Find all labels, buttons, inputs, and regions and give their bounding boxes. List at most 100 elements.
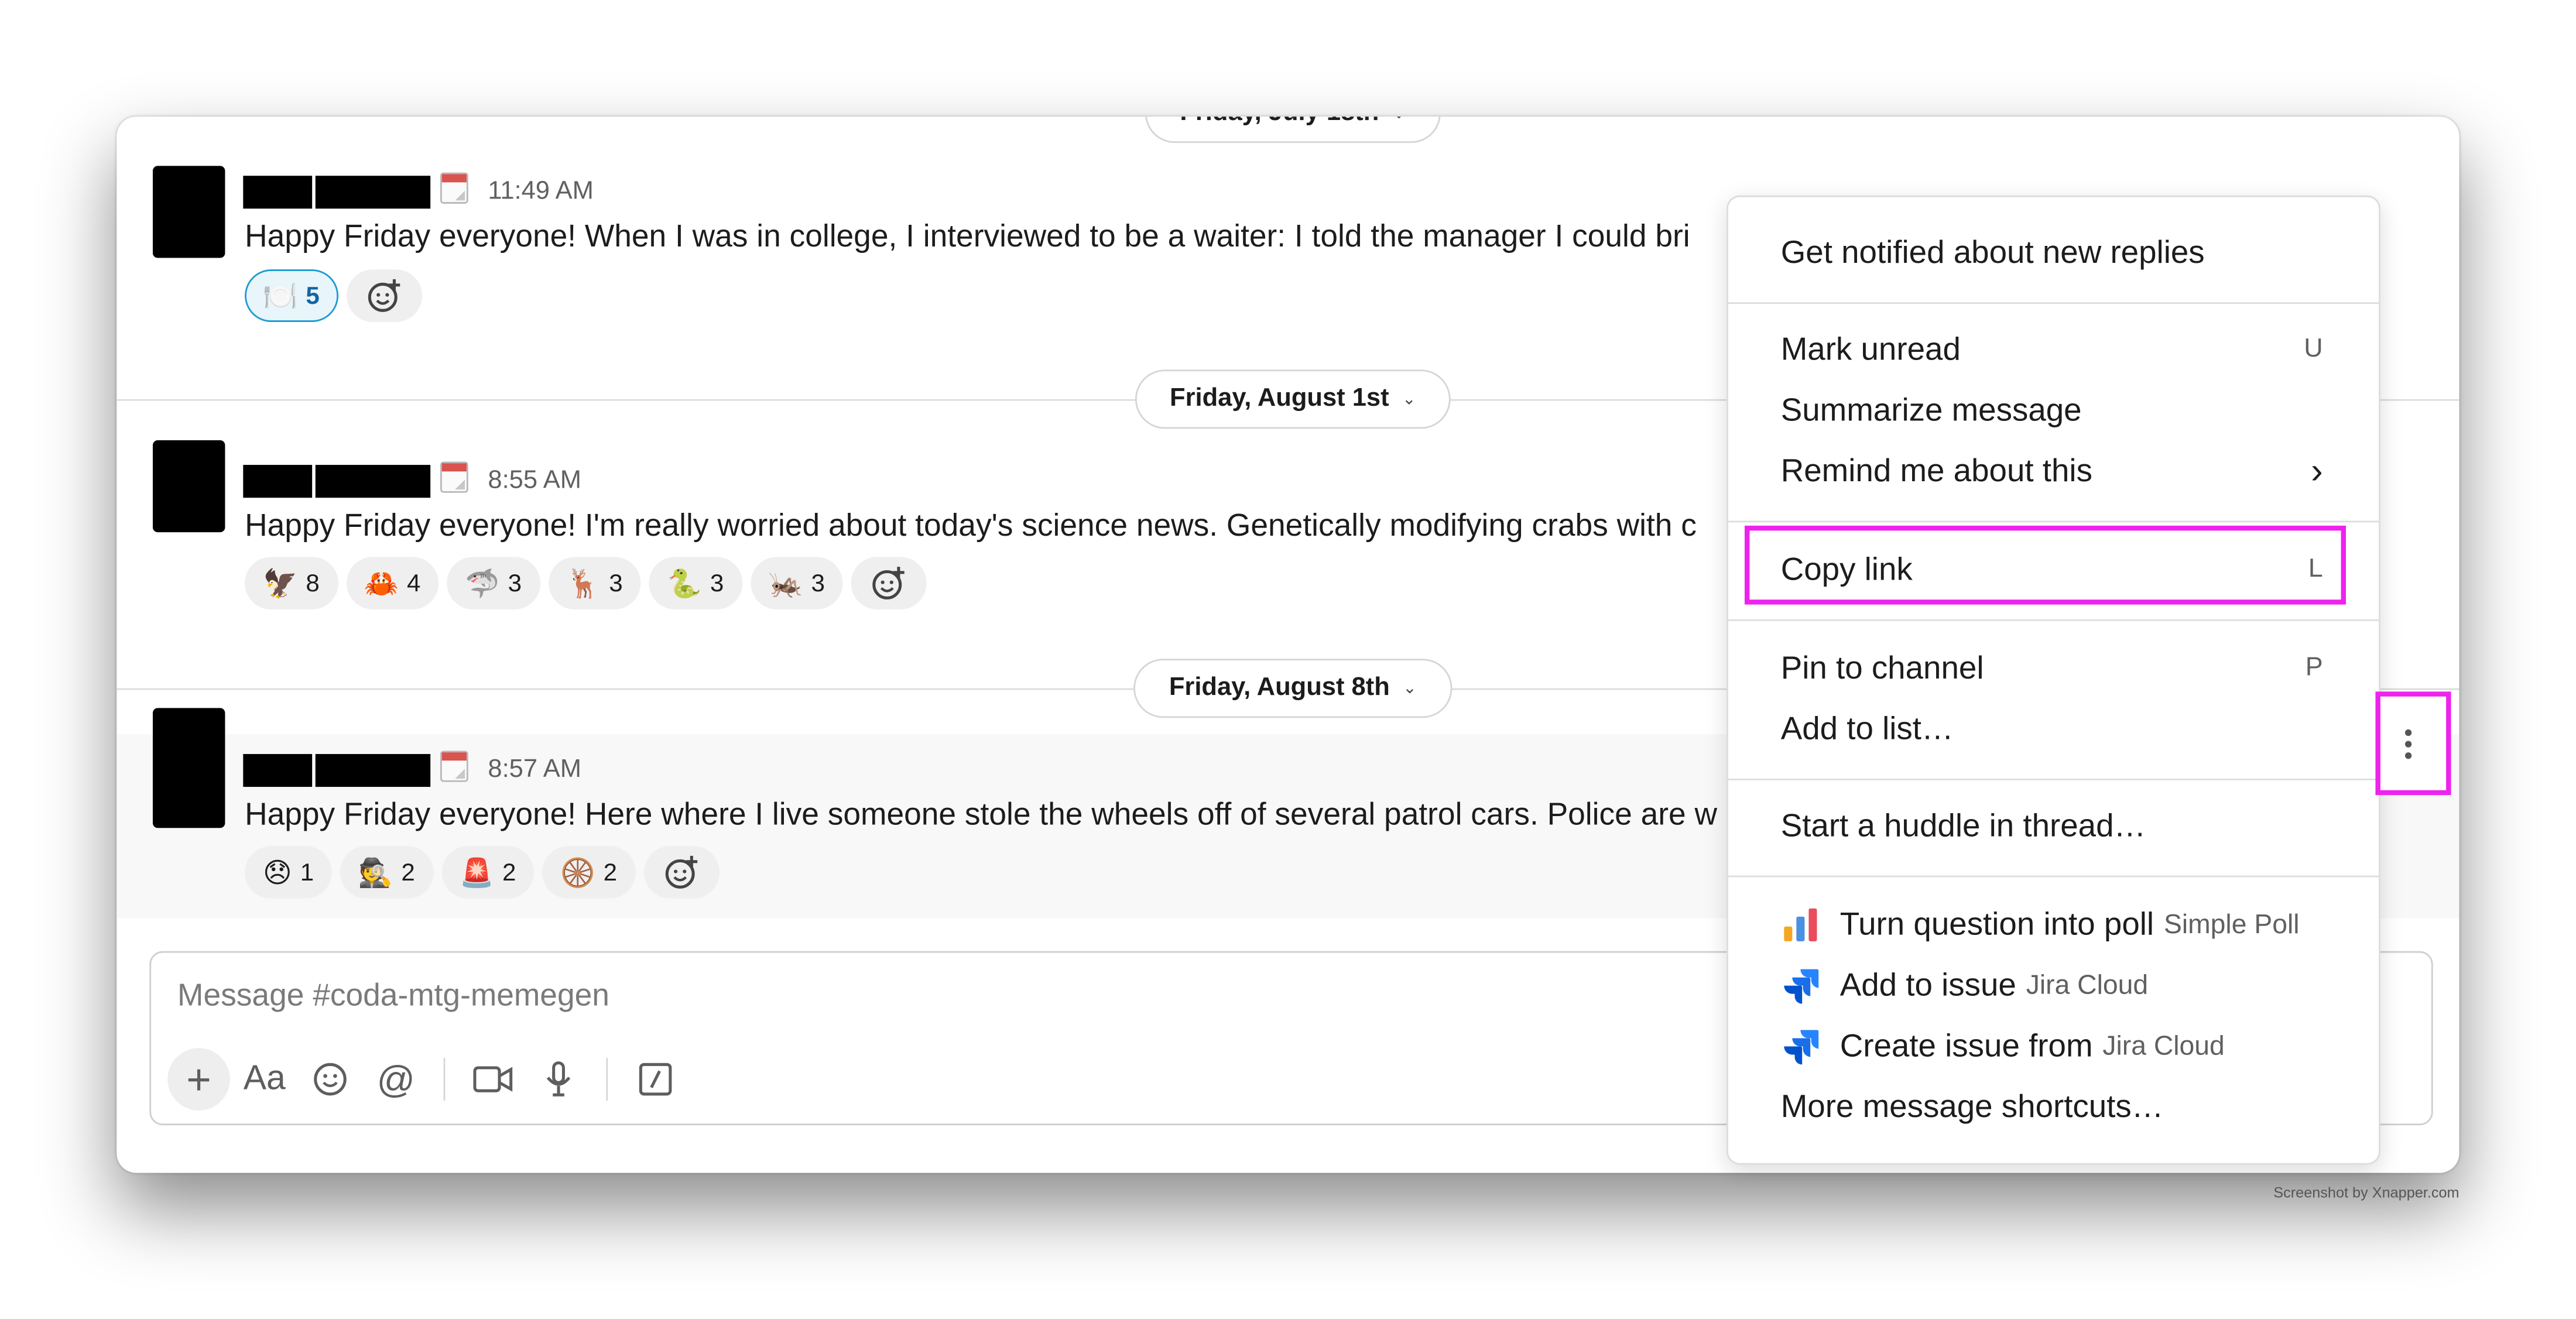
reaction-pill[interactable]: 🦅 8 [245, 557, 338, 610]
chevron-right-icon: › [2311, 450, 2323, 491]
menu-item-pin-to-channel[interactable]: Pin to channel P [1781, 644, 2323, 693]
audio-clip-button[interactable] [527, 1048, 590, 1111]
reaction-count: 3 [508, 569, 522, 597]
menu-item-add-to-list[interactable]: Add to list… [1781, 705, 2323, 754]
menu-item-label: Start a huddle in thread… [1780, 807, 2146, 844]
add-reaction-button[interactable] [345, 269, 422, 322]
avatar[interactable] [152, 166, 225, 258]
reaction-pill[interactable]: 🦗 3 [750, 557, 843, 610]
date-divider-august-1[interactable]: Friday, August 1st ⌄ [1135, 369, 1451, 429]
plus-icon: + [186, 1054, 211, 1104]
deer-icon: 🦌 [566, 567, 601, 599]
menu-item-label: Remind me about this [1780, 453, 2092, 489]
reaction-pill[interactable]: 😞 1 [245, 846, 333, 899]
copy-link-highlight-box [1744, 525, 2346, 605]
reaction-count: 3 [710, 569, 724, 597]
attach-plus-button[interactable]: + [167, 1048, 230, 1111]
app-name: Simple Poll [2163, 909, 2300, 939]
video-clip-button[interactable] [461, 1048, 524, 1111]
attribution-text: Screenshot by Xnapper.com [2273, 1184, 2459, 1201]
app-name: Jira Cloud [2102, 1030, 2225, 1061]
redacted-username [243, 465, 313, 498]
shortcuts-button[interactable] [624, 1048, 687, 1111]
message-timestamp[interactable]: 11:49 AM [488, 177, 594, 207]
reaction-pill[interactable]: 🍽️ 5 [245, 269, 338, 322]
simple-poll-icon [1784, 908, 1817, 941]
menu-item-start-huddle[interactable]: Start a huddle in thread… [1781, 801, 2323, 851]
reaction-pill[interactable]: 🚨 2 [441, 846, 535, 899]
reaction-bar: 🍽️ 5 [245, 269, 422, 322]
redacted-username [315, 465, 431, 498]
reaction-pill[interactable]: 🐍 3 [649, 557, 742, 610]
message-timestamp[interactable]: 8:57 AM [488, 756, 581, 786]
menu-item-remind-me[interactable]: Remind me about this › [1781, 447, 2323, 496]
reaction-count: 1 [300, 858, 314, 886]
menu-item-summarize[interactable]: Summarize message [1781, 386, 2323, 435]
date-label: Friday, August 1st [1170, 384, 1389, 413]
menu-item-label: Get notified about new replies [1780, 234, 2205, 270]
menu-item-more-shortcuts[interactable]: More message shortcuts… [1781, 1082, 2323, 1132]
menu-separator [1728, 302, 2379, 304]
reaction-count: 4 [407, 569, 421, 597]
more-actions-button[interactable] [2375, 691, 2451, 796]
chevron-down-icon: ⌄ [1403, 679, 1417, 698]
avatar[interactable] [152, 708, 225, 828]
menu-item-label: More message shortcuts… [1780, 1088, 2164, 1125]
menu-item-label: Add to issue [1839, 967, 2016, 1003]
message-text: Happy Friday everyone! When I was in col… [245, 220, 1690, 255]
at-sign-icon: @ [376, 1057, 415, 1100]
reaction-count: 3 [609, 569, 623, 597]
avatar[interactable] [152, 440, 225, 533]
microphone-icon [546, 1061, 571, 1097]
add-reaction-icon [367, 279, 399, 312]
crab-icon: 🦀 [364, 567, 399, 599]
date-divider-july-18[interactable]: Friday, July 18th ⌄ [1145, 117, 1441, 143]
message-timestamp[interactable]: 8:55 AM [488, 467, 581, 496]
mention-button[interactable]: @ [365, 1048, 427, 1111]
formatting-button[interactable]: Aa [233, 1048, 296, 1111]
add-reaction-button[interactable] [643, 846, 719, 899]
menu-item-label: Create issue from [1839, 1027, 2093, 1064]
menu-item-label: Pin to channel [1780, 649, 1984, 686]
reaction-pill[interactable]: 🦀 4 [345, 557, 439, 610]
composer-toolbar: + Aa @ [167, 1048, 687, 1111]
menu-item-label: Add to list… [1780, 710, 1954, 747]
eagle-icon: 🦅 [262, 567, 298, 599]
menu-item-get-notified[interactable]: Get notified about new replies [1781, 228, 2323, 277]
menu-separator [1728, 875, 2379, 878]
reaction-pill[interactable]: 🦈 3 [447, 557, 540, 610]
shark-icon: 🦈 [465, 567, 500, 599]
date-divider-august-8[interactable]: Friday, August 8th ⌄ [1133, 659, 1453, 718]
add-reaction-button[interactable] [851, 557, 927, 610]
stage: Friday, July 18th ⌄ 11:49 AM Happy Frida… [0, 0, 2576, 1319]
calendar-status-icon [440, 172, 468, 204]
menu-item-mark-unread[interactable]: Mark unread U [1781, 326, 2323, 375]
emoji-button[interactable] [299, 1048, 362, 1111]
menu-separator [1728, 619, 2379, 621]
reaction-count: 5 [306, 282, 320, 310]
add-reaction-icon [872, 567, 905, 599]
reaction-bar: 😞 1 🕵️ 2 🚨 2 🛞 2 [245, 846, 719, 899]
reaction-pill[interactable]: 🛞 2 [542, 846, 635, 899]
reaction-pill[interactable]: 🦌 3 [547, 557, 641, 610]
reaction-pill[interactable]: 🕵️ 2 [340, 846, 433, 899]
toolbar-separator [443, 1058, 446, 1101]
composer-placeholder[interactable]: Message #coda-mtg-memegen [177, 979, 609, 1015]
jira-icon [1784, 969, 1819, 1004]
menu-item-label: Turn question into poll [1839, 906, 2154, 943]
message-context-menu: Get notified about new replies Mark unre… [1727, 195, 2380, 1165]
message-text: Happy Friday everyone! I'm really worrie… [245, 509, 1697, 544]
menu-item-create-issue[interactable]: Create issue from Jira Cloud [1781, 1022, 2323, 1071]
redacted-username [243, 753, 313, 787]
redacted-username [243, 176, 313, 209]
menu-shortcut: P [2305, 653, 2323, 682]
menu-item-label: Mark unread [1780, 331, 1961, 368]
emoji-icon [314, 1063, 347, 1096]
calendar-status-icon [440, 751, 468, 782]
date-label: Friday, July 18th [1180, 117, 1379, 128]
menu-separator [1728, 520, 2379, 523]
menu-item-poll[interactable]: Turn question into poll Simple Poll [1781, 900, 2323, 950]
jira-icon [1784, 1030, 1819, 1065]
chevron-down-icon: ⌄ [1392, 117, 1406, 122]
menu-item-add-to-issue[interactable]: Add to issue Jira Cloud [1781, 961, 2323, 1010]
